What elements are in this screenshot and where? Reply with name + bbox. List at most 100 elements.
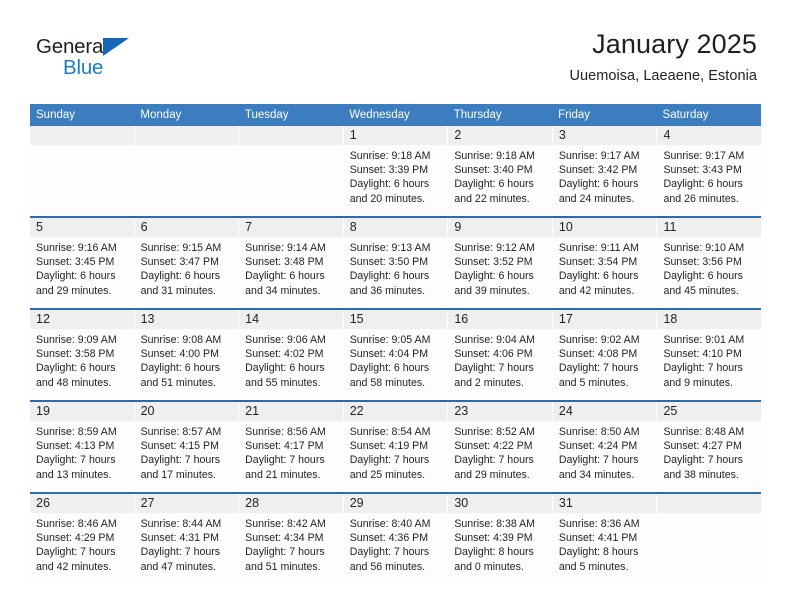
day-number[interactable]: 4 — [657, 126, 762, 145]
day-cell[interactable]: Sunrise: 9:02 AM Sunset: 4:08 PM Daylight:… — [553, 329, 657, 400]
day-info-line: Sunset: 4:22 PM — [454, 440, 533, 453]
day-info-line: and 21 minutes. — [245, 468, 321, 481]
day-number[interactable]: 30 — [448, 494, 552, 513]
day-info-line: Daylight: 7 hours — [454, 454, 534, 467]
day-info-line: and 9 minutes. — [663, 376, 733, 389]
day-cell[interactable]: Sunrise: 8:38 AM Sunset: 4:39 PM Daylight:… — [448, 513, 552, 584]
day-cell[interactable]: Sunrise: 9:04 AM Sunset: 4:06 PM Daylight:… — [448, 329, 552, 400]
day-cell[interactable]: Sunrise: 9:05 AM Sunset: 4:04 PM Daylight:… — [344, 329, 448, 400]
day-number[interactable]: 6 — [134, 218, 239, 237]
day-number[interactable] — [657, 494, 762, 513]
day-cell[interactable]: Sunrise: 9:16 AM Sunset: 3:45 PM Daylight:… — [30, 237, 134, 308]
day-number[interactable]: 17 — [552, 310, 657, 329]
day-number[interactable]: 13 — [134, 310, 239, 329]
day-number[interactable]: 19 — [30, 402, 134, 421]
day-number[interactable]: 24 — [552, 402, 657, 421]
day-info-line: Sunrise: 9:02 AM — [558, 334, 640, 346]
day-info-line: Sunrise: 9:04 AM — [454, 334, 535, 346]
day-info-line: and 51 minutes. — [245, 560, 321, 573]
day-info-line: Sunrise: 9:08 AM — [140, 334, 222, 346]
day-number[interactable]: 21 — [239, 402, 343, 421]
day-number[interactable]: 18 — [657, 310, 762, 329]
day-info-line: Daylight: 6 hours — [140, 362, 221, 375]
day-number[interactable] — [30, 126, 134, 145]
day-info-line: Sunrise: 9:06 AM — [245, 334, 326, 346]
day-number[interactable]: 22 — [343, 402, 448, 421]
day-number[interactable]: 16 — [448, 310, 552, 329]
day-number[interactable]: 29 — [343, 494, 448, 513]
day-number[interactable]: 25 — [657, 402, 762, 421]
day-cell[interactable]: Sunrise: 8:56 AM Sunset: 4:17 PM Daylight:… — [239, 421, 343, 492]
day-number[interactable]: 14 — [239, 310, 343, 329]
day-cell[interactable]: Sunrise: 8:52 AM Sunset: 4:22 PM Daylight:… — [448, 421, 552, 492]
day-number[interactable]: 15 — [343, 310, 448, 329]
calendar-week-row: 1 2 3 4 Sunrise: 9:18 AM Sunset: 3:39 PM Dayli… — [30, 126, 762, 216]
day-number[interactable]: 23 — [448, 402, 552, 421]
day-number[interactable] — [134, 126, 239, 145]
day-number[interactable]: 28 — [239, 494, 343, 513]
day-info-line: Sunset: 4:06 PM — [454, 348, 533, 361]
day-number[interactable]: 8 — [343, 218, 448, 237]
day-info-line: Daylight: 6 hours — [663, 270, 743, 283]
day-info-line: and 42 minutes. — [558, 284, 635, 297]
day-number[interactable]: 31 — [552, 494, 657, 513]
general-blue-logo[interactable]: General Blue — [36, 36, 156, 82]
day-cell[interactable]: Sunrise: 9:01 AM Sunset: 4:10 PM Daylight:… — [657, 329, 761, 400]
day-cell[interactable]: Sunrise: 8:50 AM Sunset: 4:24 PM Daylight:… — [553, 421, 657, 492]
day-number[interactable]: 9 — [448, 218, 552, 237]
day-info-line: Sunrise: 9:12 AM — [454, 242, 535, 254]
day-cell[interactable]: Sunrise: 8:36 AM Sunset: 4:41 PM Daylight:… — [553, 513, 657, 584]
day-info-line: Daylight: 6 hours — [36, 362, 116, 375]
week-detail-band: Sunrise: 9:16 AM Sunset: 3:45 PM Daylight:… — [30, 237, 761, 308]
day-number[interactable]: 2 — [448, 126, 552, 145]
day-cell[interactable]: Sunrise: 8:57 AM Sunset: 4:15 PM Daylight:… — [135, 421, 239, 492]
day-cell[interactable]: Sunrise: 9:09 AM Sunset: 3:58 PM Daylight:… — [30, 329, 134, 400]
day-number[interactable]: 7 — [239, 218, 343, 237]
day-number[interactable]: 12 — [30, 310, 134, 329]
day-number[interactable]: 5 — [30, 218, 134, 237]
day-cell[interactable]: Sunrise: 9:13 AM Sunset: 3:50 PM Daylight:… — [344, 237, 448, 308]
day-cell[interactable]: Sunrise: 8:42 AM Sunset: 4:34 PM Daylight:… — [239, 513, 343, 584]
day-number[interactable]: 27 — [134, 494, 239, 513]
day-info-line: Sunset: 4:19 PM — [349, 440, 429, 453]
day-of-week-header: Monday — [140, 109, 182, 121]
day-cell[interactable] — [30, 145, 134, 216]
day-info-line: Daylight: 6 hours — [245, 270, 325, 283]
day-cell[interactable]: Sunrise: 9:11 AM Sunset: 3:54 PM Daylight:… — [553, 237, 657, 308]
day-number[interactable] — [239, 126, 343, 145]
day-number[interactable]: 26 — [30, 494, 134, 513]
day-number[interactable]: 11 — [657, 218, 762, 237]
day-cell[interactable]: Sunrise: 8:59 AM Sunset: 4:13 PM Daylight:… — [30, 421, 134, 492]
day-number[interactable]: 3 — [552, 126, 657, 145]
day-info-line: Daylight: 6 hours — [140, 270, 221, 283]
day-cell[interactable]: Sunrise: 9:18 AM Sunset: 3:40 PM Daylight:… — [448, 145, 552, 216]
day-cell[interactable]: Sunrise: 9:14 AM Sunset: 3:48 PM Daylight:… — [239, 237, 343, 308]
day-number[interactable]: 10 — [552, 218, 657, 237]
day-cell[interactable]: Sunrise: 9:17 AM Sunset: 3:43 PM Daylight:… — [657, 145, 761, 216]
day-cell[interactable] — [657, 513, 761, 584]
day-info-line: and 55 minutes. — [245, 376, 321, 389]
day-cell[interactable]: Sunrise: 9:10 AM Sunset: 3:56 PM Daylight:… — [657, 237, 761, 308]
week-detail-band: Sunrise: 8:59 AM Sunset: 4:13 PM Daylight:… — [30, 421, 761, 492]
day-cell[interactable]: Sunrise: 9:12 AM Sunset: 3:52 PM Daylight:… — [448, 237, 552, 308]
day-cell[interactable]: Sunrise: 8:44 AM Sunset: 4:31 PM Daylight:… — [135, 513, 239, 584]
day-cell[interactable]: Sunrise: 8:48 AM Sunset: 4:27 PM Daylight:… — [657, 421, 761, 492]
day-cell[interactable]: Sunrise: 9:18 AM Sunset: 3:39 PM Daylight:… — [344, 145, 448, 216]
day-cell[interactable] — [239, 145, 343, 216]
day-cell[interactable]: Sunrise: 9:06 AM Sunset: 4:02 PM Daylight:… — [239, 329, 343, 400]
day-cell[interactable]: Sunrise: 8:40 AM Sunset: 4:36 PM Daylight:… — [344, 513, 448, 584]
day-cell[interactable]: Sunrise: 8:54 AM Sunset: 4:19 PM Daylight:… — [344, 421, 448, 492]
day-cell[interactable]: Sunrise: 9:08 AM Sunset: 4:00 PM Daylight:… — [135, 329, 239, 400]
day-cell[interactable]: Sunrise: 8:46 AM Sunset: 4:29 PM Daylight:… — [30, 513, 134, 584]
day-info-line: and 51 minutes. — [140, 376, 216, 389]
day-cell[interactable]: Sunrise: 9:17 AM Sunset: 3:42 PM Daylight:… — [553, 145, 657, 216]
day-info-line: Sunrise: 8:44 AM — [140, 518, 222, 530]
day-cell[interactable] — [135, 145, 239, 216]
day-info-line: and 5 minutes. — [558, 376, 629, 389]
day-cell[interactable]: Sunrise: 9:15 AM Sunset: 3:47 PM Daylight:… — [135, 237, 239, 308]
day-info-line: Sunset: 4:27 PM — [663, 440, 742, 453]
day-number[interactable]: 1 — [343, 126, 448, 145]
day-number[interactable]: 20 — [134, 402, 239, 421]
day-info-line: Sunrise: 8:40 AM — [349, 518, 431, 530]
page-title: January 2025 — [592, 29, 757, 59]
